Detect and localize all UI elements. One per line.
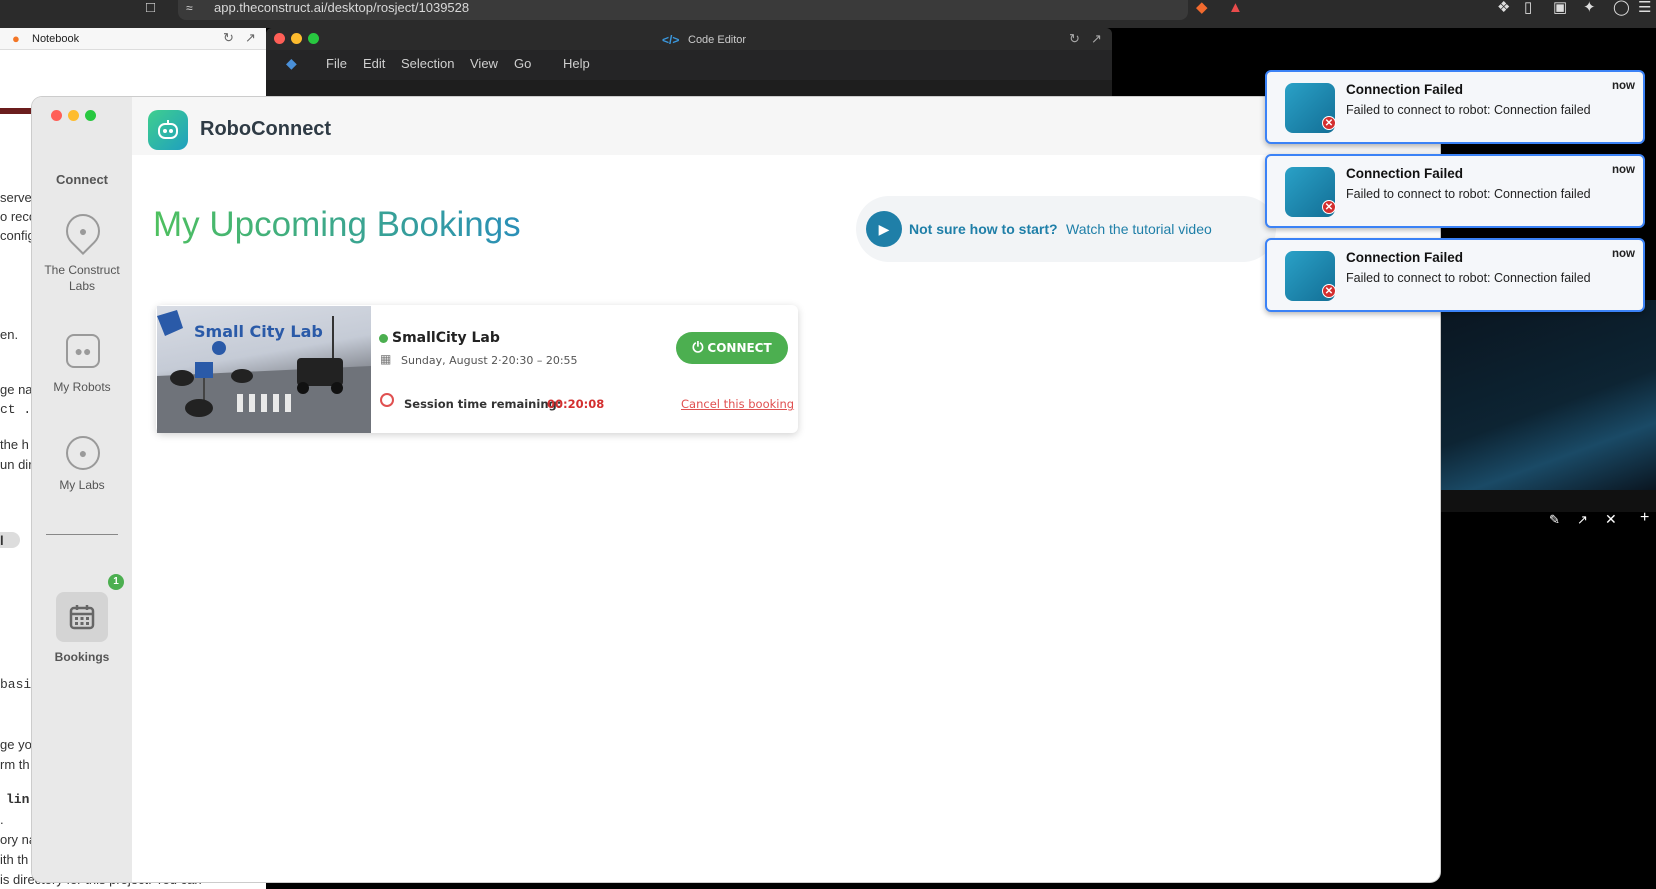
wallet-icon[interactable]: ▣	[1553, 0, 1567, 16]
notebook-title: Notebook	[32, 33, 80, 45]
brave-shield-icon[interactable]: ◆	[1196, 0, 1208, 16]
error-icon: ✕	[1322, 116, 1336, 130]
app-minimize-button[interactable]	[68, 110, 79, 121]
notebook-fragment: ory na	[0, 832, 37, 847]
error-icon: ✕	[1322, 200, 1336, 214]
session-label: Session time remaining:	[404, 397, 562, 411]
robot-logo-icon	[158, 120, 178, 139]
notebook-fragment: config	[0, 228, 35, 243]
ce-popout-icon[interactable]: ↗	[1091, 31, 1102, 47]
tutorial-link[interactable]: Watch the tutorial video	[1066, 221, 1212, 237]
lab-name: SmallCity Lab	[392, 330, 500, 346]
url-text[interactable]: app.theconstruct.ai/desktop/rosject/1039…	[214, 0, 469, 16]
notebook-fragment: en.	[0, 327, 19, 342]
tutorial-video-icon: ▶	[866, 211, 902, 247]
sidebar-icon[interactable]: ▯	[1524, 0, 1532, 16]
notebook-fragment: un dir	[0, 457, 33, 472]
notebook-fragment: o reco	[0, 209, 37, 224]
calendar-small-icon: ▦	[380, 352, 392, 366]
bookings-badge: 1	[108, 574, 124, 590]
brave-rewards-icon[interactable]: ▲	[1228, 0, 1243, 16]
calendar-icon	[69, 605, 95, 630]
notebook-fragment: server	[0, 190, 37, 205]
sidebar-item-my-labs[interactable]: My Labs	[32, 478, 132, 492]
toast-title: Connection Failed	[1346, 166, 1464, 181]
menu-go[interactable]: Go	[514, 56, 531, 71]
app-maximize-button[interactable]	[85, 110, 96, 121]
toast-time: now	[1612, 248, 1635, 260]
toast-title: Connection Failed	[1346, 250, 1464, 265]
leo-icon[interactable]: ✦	[1583, 0, 1596, 16]
sidebar-header: Connect	[56, 172, 108, 187]
notebook-fragment: rm th	[0, 757, 30, 772]
sidebar-divider	[46, 534, 118, 535]
menu-icon[interactable]: ☰	[1638, 0, 1651, 16]
notebook-accent-bar	[0, 108, 32, 114]
code-editor-menubar	[266, 50, 1112, 80]
notebook-fragment: ith th	[0, 852, 29, 867]
sidebar-item-bookings[interactable]: Bookings	[32, 650, 132, 664]
error-icon: ✕	[1322, 284, 1336, 298]
robot-icon[interactable]: ●●	[66, 334, 100, 368]
cancel-booking-link[interactable]: Cancel this booking	[681, 397, 794, 411]
ce-close-button[interactable]	[274, 33, 285, 44]
session-time: 00:20:08	[547, 397, 605, 411]
connect-label: CONNECT	[707, 341, 772, 355]
add-icon[interactable]: +	[1640, 509, 1649, 527]
notebook-fragment: .	[0, 812, 4, 827]
notebook-fragment: ct .	[0, 402, 32, 417]
ce-reload-icon[interactable]: ↻	[1069, 31, 1080, 47]
close-icon[interactable]: ✕	[1605, 511, 1617, 528]
toast-time: now	[1612, 80, 1635, 92]
video-preview	[1440, 300, 1656, 490]
bookmark-icon[interactable]: □	[146, 0, 155, 16]
lab-image-label: Small City Lab	[194, 322, 323, 341]
menu-edit[interactable]: Edit	[363, 56, 385, 71]
app-close-button[interactable]	[51, 110, 62, 121]
booking-date: Sunday, August 2·20:30 – 20:55	[401, 354, 578, 367]
vscode-icon: ◆	[286, 55, 297, 71]
jupyter-icon: ●	[12, 31, 20, 46]
menu-view[interactable]: View	[470, 56, 498, 71]
app-name: RoboConnect	[200, 118, 332, 140]
sidebar-item-my-robots[interactable]: My Robots	[32, 380, 132, 394]
power-icon: ⏻	[692, 340, 704, 356]
video-controls	[1440, 490, 1656, 512]
tutorial-question: Not sure how to start?	[909, 221, 1058, 237]
extensions-icon[interactable]: ❖	[1497, 0, 1510, 16]
toast-body: Failed to connect to robot: Connection f…	[1346, 271, 1591, 285]
external-icon[interactable]: ↗	[1577, 512, 1588, 528]
clock-icon	[380, 393, 394, 407]
popout-icon[interactable]: ↗	[245, 30, 256, 46]
status-dot	[379, 334, 388, 343]
notebook-fragment: lin	[6, 792, 30, 807]
connect-button[interactable]: ⏻ CONNECT	[676, 332, 788, 364]
toast-time: now	[1612, 164, 1635, 176]
edit-icon[interactable]: ✎	[1549, 512, 1560, 528]
lab-icon[interactable]: ●	[66, 436, 100, 470]
ce-minimize-button[interactable]	[291, 33, 302, 44]
ce-maximize-button[interactable]	[308, 33, 319, 44]
notebook-fragment: l	[0, 533, 4, 548]
notebook-fragment: ge yo	[0, 737, 32, 752]
menu-selection[interactable]: Selection	[401, 56, 454, 71]
menu-help[interactable]: Help	[563, 56, 590, 71]
menu-file[interactable]: File	[326, 56, 347, 71]
roboconnect-logo	[148, 110, 188, 150]
toast-body: Failed to connect to robot: Connection f…	[1346, 103, 1591, 117]
sidebar-item-bookings-button[interactable]	[56, 592, 108, 642]
notebook-fragment: ge na	[0, 382, 33, 397]
sidebar-item-construct-labs[interactable]: The Construct Labs	[32, 262, 132, 294]
code-icon: </>	[662, 33, 680, 47]
site-settings-icon[interactable]: ≈	[186, 0, 193, 16]
vpn-icon[interactable]: ◯	[1613, 0, 1630, 16]
page-title: My Upcoming Bookings	[153, 205, 521, 244]
notebook-fragment: the h	[0, 437, 29, 452]
toast-body: Failed to connect to robot: Connection f…	[1346, 187, 1591, 201]
reload-icon[interactable]: ↻	[223, 30, 234, 46]
toast-title: Connection Failed	[1346, 82, 1464, 97]
code-editor-title: Code Editor	[688, 34, 747, 46]
